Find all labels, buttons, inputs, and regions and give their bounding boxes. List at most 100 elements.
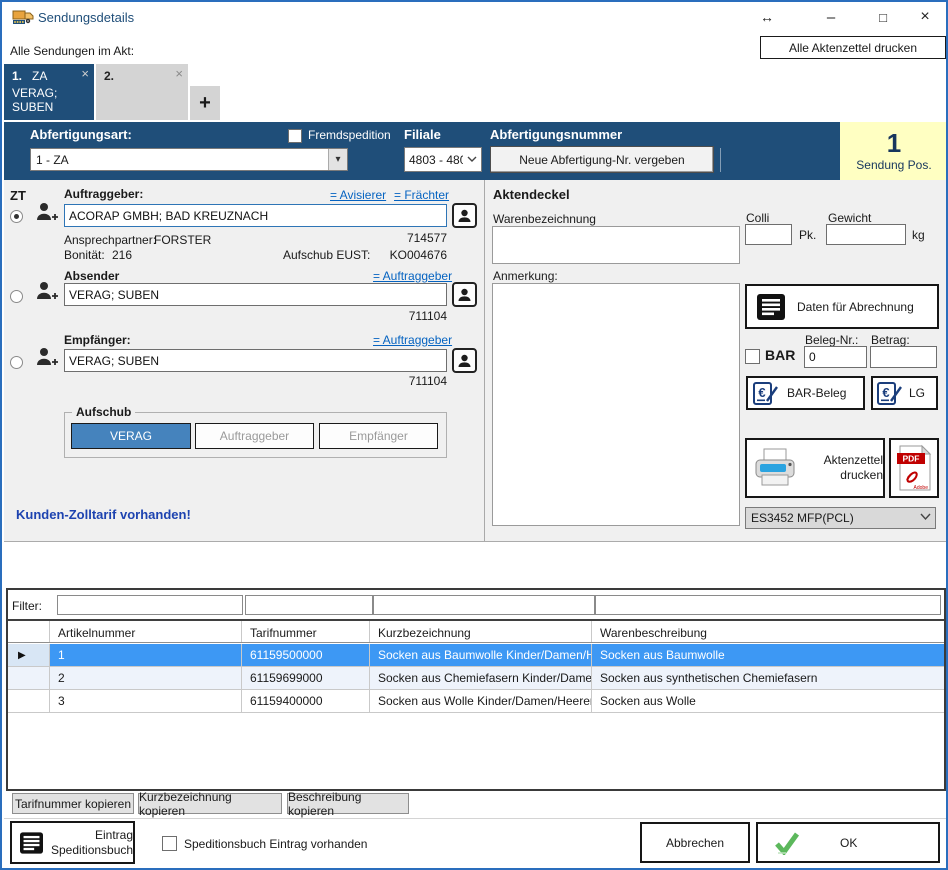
lg-button[interactable]: € LG [871, 376, 938, 410]
beleg-nr-input[interactable] [804, 346, 867, 368]
empfaenger-radio[interactable] [10, 356, 23, 369]
eintrag-speditionsbuch-button[interactable]: Eintrag Speditionsbuch [10, 821, 135, 864]
auftraggeber-input[interactable] [64, 204, 447, 227]
bonitaet-value: 216 [112, 248, 132, 262]
cell-artikelnummer: 3 [50, 690, 242, 712]
filter-label: Filter: [12, 599, 42, 613]
pdf-button[interactable]: PDF Adobe [889, 438, 939, 498]
add-person-icon[interactable] [34, 281, 60, 303]
anmerkung-textarea[interactable] [492, 283, 740, 526]
auftraggeber-contact-icon[interactable] [452, 203, 477, 228]
absender-contact-icon[interactable] [452, 282, 477, 307]
add-person-icon[interactable] [34, 347, 60, 369]
absender-radio[interactable] [10, 290, 23, 303]
svg-text:€: € [882, 385, 889, 400]
article-grid-section: Filter: Artikelnummer Tarifnummer Kurzbe… [6, 588, 946, 791]
resize-icon[interactable]: ↔ [756, 6, 778, 28]
bar-checkbox[interactable] [745, 349, 760, 364]
cell-warenbeschreibung: Socken aus Wolle [592, 690, 944, 712]
svg-text:€: € [758, 385, 765, 400]
cell-artikelnummer: 2 [50, 667, 242, 689]
filiale-dropdown[interactable]: 4803 - 480 [404, 147, 482, 172]
betrag-input[interactable] [870, 346, 937, 368]
sendungsdetails-window: Sendungsdetails ↔ – □ × Alle Aktenzettel… [0, 0, 948, 870]
aufschub-empfaenger-button[interactable]: Empfänger [319, 423, 438, 449]
pk-label: Pk. [799, 228, 816, 242]
maximize-button[interactable]: □ [872, 6, 894, 28]
table-row[interactable]: 2 61159699000 Socken aus Chemiefasern Ki… [8, 667, 944, 690]
abfertigungsnummer-label: Abfertigungsnummer [490, 127, 622, 142]
table-row[interactable]: 3 61159400000 Socken aus Wolle Kinder/Da… [8, 690, 944, 713]
avisierer-link[interactable]: = Avisierer [330, 188, 386, 202]
abbrechen-button[interactable]: Abbrechen [640, 822, 750, 863]
minimize-button[interactable]: – [820, 6, 842, 28]
add-shipment-tab-button[interactable]: + [190, 86, 220, 120]
shipment-tab-2[interactable]: 2. × [96, 64, 188, 120]
dropdown-arrow-icon[interactable]: ▾ [328, 149, 347, 170]
empfaenger-contact-icon[interactable] [452, 348, 477, 373]
tab-number: 1. [12, 69, 22, 83]
bar-beleg-button[interactable]: € BAR-Beleg [746, 376, 865, 410]
zt-label: ZT [10, 188, 26, 203]
fremdspedition-checkbox[interactable] [288, 129, 302, 143]
shipment-tab-1[interactable]: 1. ZA VERAG; SUBEN × [4, 64, 94, 120]
speditionsbuch-checkbox[interactable] [162, 836, 177, 851]
grid-header-tarifnummer[interactable]: Tarifnummer [242, 621, 370, 642]
print-all-aktenzettel-button[interactable]: Alle Aktenzettel drucken [760, 36, 946, 59]
grid-header-kurzbezeichnung[interactable]: Kurzbezeichnung [370, 621, 592, 642]
gewicht-input[interactable] [826, 224, 906, 245]
add-person-icon[interactable] [34, 202, 60, 224]
abfertigungsart-dropdown[interactable]: 1 - ZA ▾ [30, 148, 348, 171]
empfaenger-auftraggeber-link[interactable]: = Auftraggeber [373, 333, 452, 347]
kurzbezeichnung-kopieren-button[interactable]: Kurzbezeichnung kopieren [138, 793, 282, 814]
close-button[interactable]: × [914, 6, 936, 28]
tarifnummer-kopieren-button[interactable]: Tarifnummer kopieren [12, 793, 134, 814]
empfaenger-input[interactable] [64, 349, 447, 372]
tab-close-icon[interactable]: × [175, 66, 183, 81]
aktendeckel-title: Aktendeckel [493, 187, 570, 202]
colli-input[interactable] [745, 224, 792, 245]
svg-text:Adobe: Adobe [914, 485, 929, 491]
ok-label: OK [840, 836, 857, 850]
auftraggeber-radio[interactable] [10, 210, 23, 223]
filter-input-warenbeschreibung[interactable] [595, 595, 941, 615]
absender-auftraggeber-link[interactable]: = Auftraggeber [373, 269, 452, 283]
aufschub-legend: Aufschub [72, 405, 135, 419]
daten-button-label: Daten für Abrechnung [797, 300, 914, 314]
row-indicator [8, 667, 50, 689]
cell-kurzbezeichnung: Socken aus Chemiefasern Kinder/Damen/Hee… [370, 667, 592, 689]
filter-input-artikelnummer[interactable] [57, 595, 243, 615]
daten-fuer-abrechnung-button[interactable]: Daten für Abrechnung [745, 284, 939, 329]
beschreibung-kopieren-button[interactable]: Beschreibung kopieren [287, 793, 409, 814]
warenbezeichnung-label: Warenbezeichnung [493, 212, 596, 226]
tab-number: 2. [104, 69, 114, 83]
list-icon [20, 831, 43, 855]
warenbezeichnung-textarea[interactable] [492, 226, 740, 264]
grid-header-warenbeschreibung[interactable]: Warenbeschreibung [592, 621, 944, 642]
aufschub-auftraggeber-button[interactable]: Auftraggeber [195, 423, 314, 449]
table-row[interactable]: ▶ 1 61159500000 Socken aus Baumwolle Kin… [8, 644, 944, 667]
tabs-section-label: Alle Sendungen im Akt: [10, 44, 134, 58]
tab-close-icon[interactable]: × [81, 66, 89, 81]
cell-tarifnummer: 61159500000 [242, 644, 370, 666]
fraechter-link[interactable]: = Frächter [394, 188, 449, 202]
printer-dropdown[interactable]: ES3452 MFP(PCL) [745, 507, 936, 529]
aufschub-verag-button[interactable]: VERAG [71, 423, 191, 449]
sendung-pos-box: 1 Sendung Pos. [840, 122, 948, 180]
filter-input-tarifnummer[interactable] [245, 595, 373, 615]
sendung-pos-label: Sendung Pos. [856, 158, 931, 172]
filter-input-kurzbezeichnung[interactable] [373, 595, 595, 615]
check-icon [774, 831, 800, 855]
ok-button[interactable]: OK [756, 822, 940, 863]
auftraggeber-number: 714577 [347, 231, 447, 245]
neue-abfertigungsnummer-button[interactable]: Neue Abfertigung-Nr. vergeben [490, 146, 714, 173]
absender-input[interactable] [64, 283, 447, 306]
filiale-label: Filiale [404, 127, 441, 142]
grid-header-artikelnummer[interactable]: Artikelnummer [50, 621, 242, 642]
aktenzettel-drucken-button[interactable]: Aktenzettel drucken [745, 438, 885, 498]
colli-label: Colli [746, 211, 769, 225]
cell-warenbeschreibung: Socken aus Baumwolle [592, 644, 944, 666]
auftraggeber-label: Auftraggeber: [64, 187, 143, 201]
empfaenger-label: Empfänger: [64, 333, 131, 347]
absender-number: 711104 [347, 309, 447, 323]
